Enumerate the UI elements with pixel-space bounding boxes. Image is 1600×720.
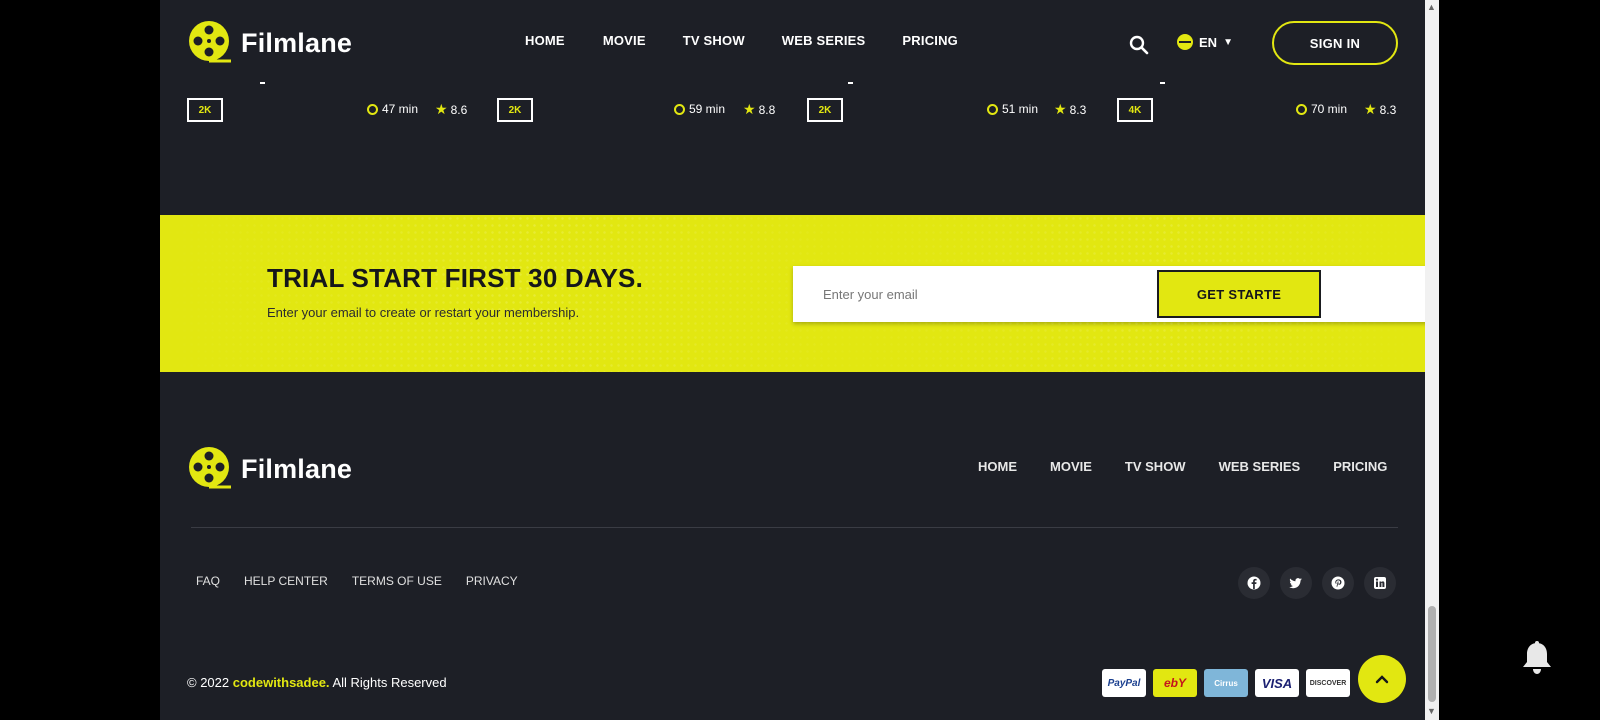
header-logo[interactable]: Filmlane: [187, 19, 352, 67]
link-help-center[interactable]: HELP CENTER: [244, 574, 328, 588]
footer-logo[interactable]: Filmlane: [187, 445, 352, 493]
movie-card-meta: 2K 51 min ★ 8.3: [807, 98, 1090, 122]
footer-nav-home[interactable]: HOME: [978, 459, 1017, 474]
duration-text: 70 min: [1311, 102, 1348, 116]
divider-dot: [1160, 82, 1165, 84]
duration: 59 min: [674, 102, 725, 116]
nav-movie[interactable]: MOVIE: [603, 33, 646, 48]
movie-card-meta: 2K 47 min ★ 8.6: [187, 98, 470, 122]
link-privacy[interactable]: PRIVACY: [466, 574, 518, 588]
rating-text: 8.6: [450, 102, 468, 117]
get-started-button[interactable]: GET STARTE: [1157, 270, 1321, 318]
discover-icon: DISCOVER: [1306, 669, 1350, 697]
chevron-up-icon: [1375, 675, 1389, 684]
footer-nav: HOME MOVIE TV SHOW WEB SERIES PRICING: [978, 459, 1387, 474]
rating: ★ 8.3: [1054, 101, 1086, 118]
duration: 70 min: [1296, 102, 1347, 116]
twitter-link[interactable]: [1280, 567, 1312, 599]
nav-tv-show[interactable]: TV SHOW: [683, 33, 745, 48]
search-icon[interactable]: [1128, 34, 1150, 56]
clock-icon: [674, 103, 685, 115]
twitter-icon: [1289, 578, 1302, 589]
clock-icon: [367, 103, 378, 115]
email-signup-form: GET STARTE: [793, 266, 1425, 322]
rating-text: 8.3: [1069, 102, 1087, 117]
pinterest-link[interactable]: [1322, 567, 1354, 599]
rating: ★ 8.3: [1364, 101, 1396, 118]
main-nav: HOME MOVIE TV SHOW WEB SERIES PRICING: [525, 33, 958, 48]
film-reel-icon: [189, 447, 231, 489]
copyright: © 2022 codewithsadee. All Rights Reserve…: [187, 675, 447, 690]
clock-icon: [1296, 103, 1307, 115]
nav-pricing[interactable]: PRICING: [902, 33, 958, 48]
copyright-prefix: © 2022: [187, 675, 233, 690]
star-icon: ★: [435, 101, 448, 117]
email-input[interactable]: [793, 266, 1148, 322]
visa-icon: VISA: [1255, 669, 1299, 697]
scroll-down-arrow-icon[interactable]: ▼: [1427, 706, 1436, 716]
chevron-down-icon: ▼: [1223, 36, 1233, 48]
film-reel-icon: [189, 21, 231, 63]
nav-home[interactable]: HOME: [525, 33, 565, 48]
quality-badge: 2K: [807, 98, 843, 122]
duration: 47 min: [367, 102, 418, 116]
notification-bell-icon[interactable]: [1520, 640, 1554, 676]
language-selector[interactable]: EN ▼: [1177, 34, 1233, 50]
linkedin-link[interactable]: [1364, 567, 1396, 599]
header-logo-text: Filmlane: [241, 27, 353, 58]
star-icon: ★: [743, 101, 756, 117]
quality-badge: 2K: [497, 98, 533, 122]
footer-divider: [191, 527, 1398, 528]
facebook-link[interactable]: [1238, 567, 1270, 599]
language-label: EN: [1199, 34, 1218, 50]
quality-badge: 4K: [1117, 98, 1153, 122]
trial-cta-banner: TRIAL START FIRST 30 DAYS. Enter your em…: [160, 215, 1425, 372]
copyright-brand-link[interactable]: codewithsadee.: [233, 675, 330, 690]
duration-text: 51 min: [1002, 102, 1039, 116]
scrollbar-thumb[interactable]: [1428, 606, 1436, 702]
duration: 51 min: [987, 102, 1038, 116]
movie-card-meta: 4K 70 min ★ 8.3: [1117, 98, 1400, 122]
cta-title: TRIAL START FIRST 30 DAYS.: [267, 263, 643, 293]
cta-subtitle: Enter your email to create or restart yo…: [267, 305, 580, 320]
duration-text: 59 min: [689, 102, 726, 116]
header: Filmlane HOME MOVIE TV SHOW WEB SERIES P…: [160, 0, 1425, 86]
rating-text: 8.8: [758, 102, 776, 117]
page: Filmlane HOME MOVIE TV SHOW WEB SERIES P…: [160, 0, 1425, 720]
link-terms-of-use[interactable]: TERMS OF USE: [352, 574, 442, 588]
rating-text: 8.3: [1379, 102, 1397, 117]
cirrus-icon: Cirrus: [1204, 669, 1248, 697]
star-icon: ★: [1364, 101, 1377, 117]
clock-icon: [987, 103, 998, 115]
back-to-top-button[interactable]: [1358, 655, 1406, 703]
movie-card-meta: 2K 59 min ★ 8.8: [497, 98, 780, 122]
copyright-suffix: All Rights Reserved: [329, 675, 447, 690]
quality-badge: 2K: [187, 98, 223, 122]
footer-nav-movie[interactable]: MOVIE: [1050, 459, 1092, 474]
footer-nav-tv-show[interactable]: TV SHOW: [1125, 459, 1186, 474]
divider-dot: [848, 82, 853, 84]
paypal-icon: PayPal: [1102, 669, 1146, 697]
footer-nav-pricing[interactable]: PRICING: [1333, 459, 1387, 474]
globe-icon: [1177, 34, 1193, 50]
footer-logo-text: Filmlane: [241, 453, 353, 484]
star-icon: ★: [1054, 101, 1067, 117]
sign-in-button[interactable]: SIGN IN: [1272, 21, 1398, 65]
facebook-icon: [1247, 576, 1261, 590]
rating: ★ 8.8: [743, 101, 775, 118]
footer-links: FAQ HELP CENTER TERMS OF USE PRIVACY: [196, 574, 518, 588]
rating: ★ 8.6: [435, 101, 467, 118]
divider-dot: [260, 82, 265, 84]
duration-text: 47 min: [382, 102, 419, 116]
footer-nav-web-series[interactable]: WEB SERIES: [1219, 459, 1301, 474]
pinterest-icon: [1331, 576, 1345, 590]
scroll-up-arrow-icon[interactable]: ▲: [1427, 2, 1436, 12]
ebay-icon: ebY: [1153, 669, 1197, 697]
link-faq[interactable]: FAQ: [196, 574, 220, 588]
linkedin-icon: [1374, 577, 1386, 589]
nav-web-series[interactable]: WEB SERIES: [782, 33, 866, 48]
